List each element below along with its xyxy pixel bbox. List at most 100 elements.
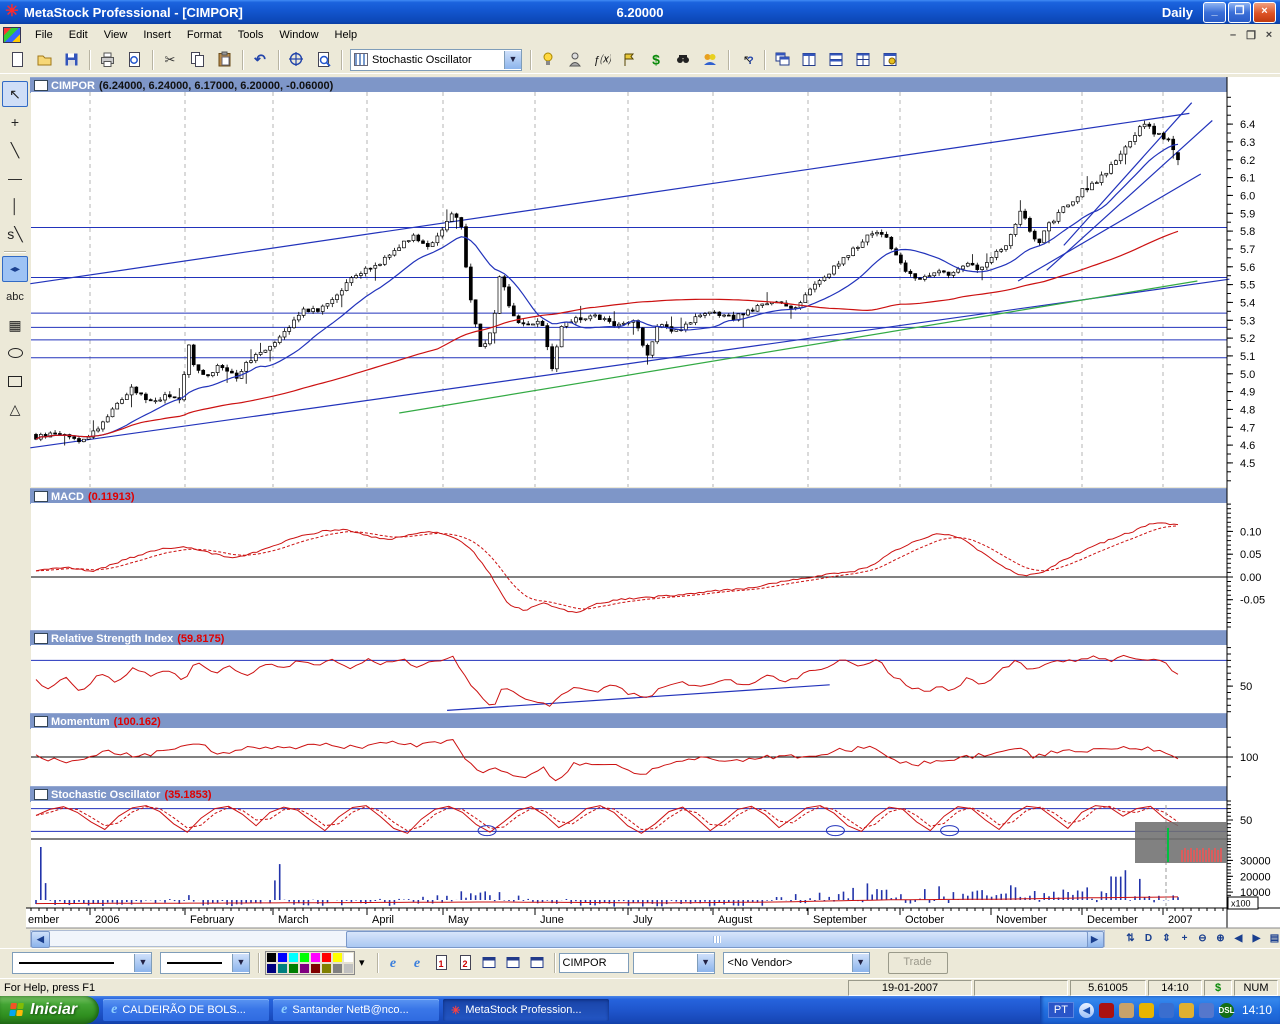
menu-item-window[interactable]: Window — [271, 26, 326, 44]
text-tool[interactable]: abc — [2, 284, 28, 310]
menu-item-help[interactable]: Help — [327, 26, 366, 44]
ellipse-tool[interactable] — [2, 340, 28, 366]
scrollbar-thumb[interactable] — [346, 931, 1088, 948]
data-window-button[interactable]: ▤ — [1266, 931, 1280, 947]
color-swatch[interactable] — [332, 952, 343, 963]
color-swatch[interactable] — [310, 963, 321, 974]
minimize-button[interactable]: _ — [1203, 2, 1226, 23]
hide-icons-chevron[interactable]: ◀ — [1079, 1003, 1094, 1018]
window-titlebar[interactable]: ✳ MetaStock Professional - [CIMPOR] 6.20… — [0, 0, 1280, 24]
layout-2-button[interactable] — [503, 953, 525, 973]
taskbar-task-2[interactable]: ✳MetaStock Profession... — [443, 999, 609, 1021]
menu-item-format[interactable]: Format — [179, 26, 230, 44]
semilog-line-tool[interactable]: s╲ — [2, 221, 28, 247]
symbol-input[interactable]: CIMPOR — [559, 953, 629, 973]
trade-button[interactable]: Trade — [888, 952, 948, 974]
horizontal-line-tool[interactable]: — — [2, 165, 28, 191]
child-minimize-button[interactable]: – — [1226, 29, 1240, 42]
tile-vertical-button[interactable] — [797, 48, 822, 72]
start-button[interactable]: Iniciar — [0, 996, 99, 1024]
chart-plot-price[interactable] — [31, 92, 1227, 487]
vertical-line-tool[interactable]: │ — [2, 193, 28, 219]
menu-item-tools[interactable]: Tools — [230, 26, 272, 44]
open-button[interactable] — [32, 48, 57, 72]
color-swatch[interactable] — [321, 963, 332, 974]
chart-plot-rsi[interactable] — [31, 645, 1227, 713]
scroll-toggle-tool[interactable]: ◂▸ — [2, 256, 28, 282]
rescale-button[interactable]: ⇅ — [1122, 931, 1139, 947]
scroll-left-arrow[interactable]: ◀ — [31, 931, 50, 948]
find-button[interactable] — [671, 48, 696, 72]
color-swatch[interactable] — [266, 952, 277, 963]
new-chart-2-button[interactable]: 2 — [455, 953, 477, 973]
child-restore-button[interactable]: ❐ — [1244, 29, 1258, 42]
scroll-left-button[interactable]: ◀ — [1230, 931, 1247, 947]
chart-plot-macd[interactable] — [31, 503, 1227, 630]
new-chart-1-button[interactable]: 1 — [431, 953, 453, 973]
zoom-out-button[interactable]: ⊖ — [1194, 931, 1211, 947]
language-indicator[interactable]: PT — [1048, 1002, 1074, 1018]
order-select[interactable]: ▼ — [633, 952, 715, 974]
line-style-select[interactable]: ▼ — [12, 952, 152, 974]
child-close-button[interactable]: × — [1262, 29, 1276, 42]
antivirus-icon[interactable] — [1099, 1003, 1114, 1018]
tile-horizontal-button[interactable] — [824, 48, 849, 72]
color-swatch[interactable] — [310, 952, 321, 963]
system-tester-button[interactable] — [617, 48, 642, 72]
new-button[interactable] — [5, 48, 30, 72]
dropdown-arrow-icon[interactable]: ▼ — [504, 51, 521, 69]
menu-item-file[interactable]: File — [27, 26, 61, 44]
color-swatch[interactable] — [332, 963, 343, 974]
dropdown-arrow-icon[interactable]: ▼ — [232, 954, 249, 972]
rectangle-tool[interactable] — [2, 368, 28, 394]
help-pointer-button[interactable]: ↖? — [734, 48, 759, 72]
triangle-tool[interactable]: △ — [2, 396, 28, 422]
vendor-select[interactable]: <No Vendor>▼ — [723, 952, 870, 974]
color-swatch[interactable] — [343, 963, 354, 974]
network-icon[interactable] — [1159, 1003, 1174, 1018]
vertical-zoom-button[interactable]: ⇕ — [1158, 931, 1175, 947]
chart-plot-volume[interactable] — [31, 839, 1227, 908]
folder-icon[interactable] — [1179, 1003, 1194, 1018]
taskbar-task-1[interactable]: eSantander NetB@nco... — [273, 999, 439, 1021]
options-dollar-button[interactable]: $ — [644, 48, 669, 72]
trendline-tool[interactable]: ╲ — [2, 137, 28, 163]
x-axis-strip[interactable] — [26, 908, 1280, 928]
print-button[interactable] — [95, 48, 120, 72]
panel-titlebar-price[interactable]: CIMPOR(6.24000, 6.24000, 6.17000, 6.2000… — [30, 77, 1280, 93]
undo-button[interactable]: ↶ — [248, 48, 273, 72]
copy-button[interactable] — [185, 48, 210, 72]
window-options-button[interactable] — [878, 48, 903, 72]
taskbar-task-0[interactable]: eCALDEIRÃO DE BOLS... — [103, 999, 269, 1021]
menu-item-edit[interactable]: Edit — [61, 26, 96, 44]
indicator-dropdown[interactable]: Stochastic Oscillator▼ — [350, 49, 522, 71]
explorer-people-button[interactable] — [698, 48, 723, 72]
line-weight-select[interactable]: ▼ — [160, 952, 250, 974]
tile-grid-button[interactable] — [851, 48, 876, 72]
cut-button[interactable]: ✂ — [158, 48, 183, 72]
panel-titlebar-momentum[interactable]: Momentum(100.162)□× — [30, 713, 1280, 729]
color-swatch[interactable] — [299, 963, 310, 974]
panel-titlebar-rsi[interactable]: Relative Strength Index(59.8175)□× — [30, 630, 1280, 646]
color-swatch[interactable] — [343, 952, 354, 963]
expert-advisor-button[interactable] — [536, 48, 561, 72]
dropdown-arrow-icon[interactable]: ▼ — [697, 954, 714, 972]
color-palette-arrow[interactable]: ▾ — [359, 956, 365, 969]
dropdown-arrow-icon[interactable]: ▼ — [134, 954, 151, 972]
expert-person-button[interactable] — [563, 48, 588, 72]
save-button[interactable] — [59, 48, 84, 72]
web-button-1[interactable]: e — [383, 953, 405, 973]
panel-titlebar-macd[interactable]: MACD(0.11913)□× — [30, 488, 1280, 504]
color-swatch[interactable] — [277, 963, 288, 974]
chart-plot-stochastic[interactable] — [31, 801, 1227, 839]
color-swatch[interactable] — [288, 963, 299, 974]
layout-3-button[interactable] — [527, 953, 549, 973]
security-shield-icon[interactable] — [1139, 1003, 1154, 1018]
crosshair-tool[interactable]: + — [2, 109, 28, 135]
paste-button[interactable] — [212, 48, 237, 72]
emule-icon[interactable] — [1119, 1003, 1134, 1018]
color-swatch[interactable] — [288, 952, 299, 963]
function-button[interactable]: ƒ⒳ — [590, 48, 615, 72]
color-swatch[interactable] — [321, 952, 332, 963]
close-button[interactable]: × — [1253, 2, 1276, 23]
